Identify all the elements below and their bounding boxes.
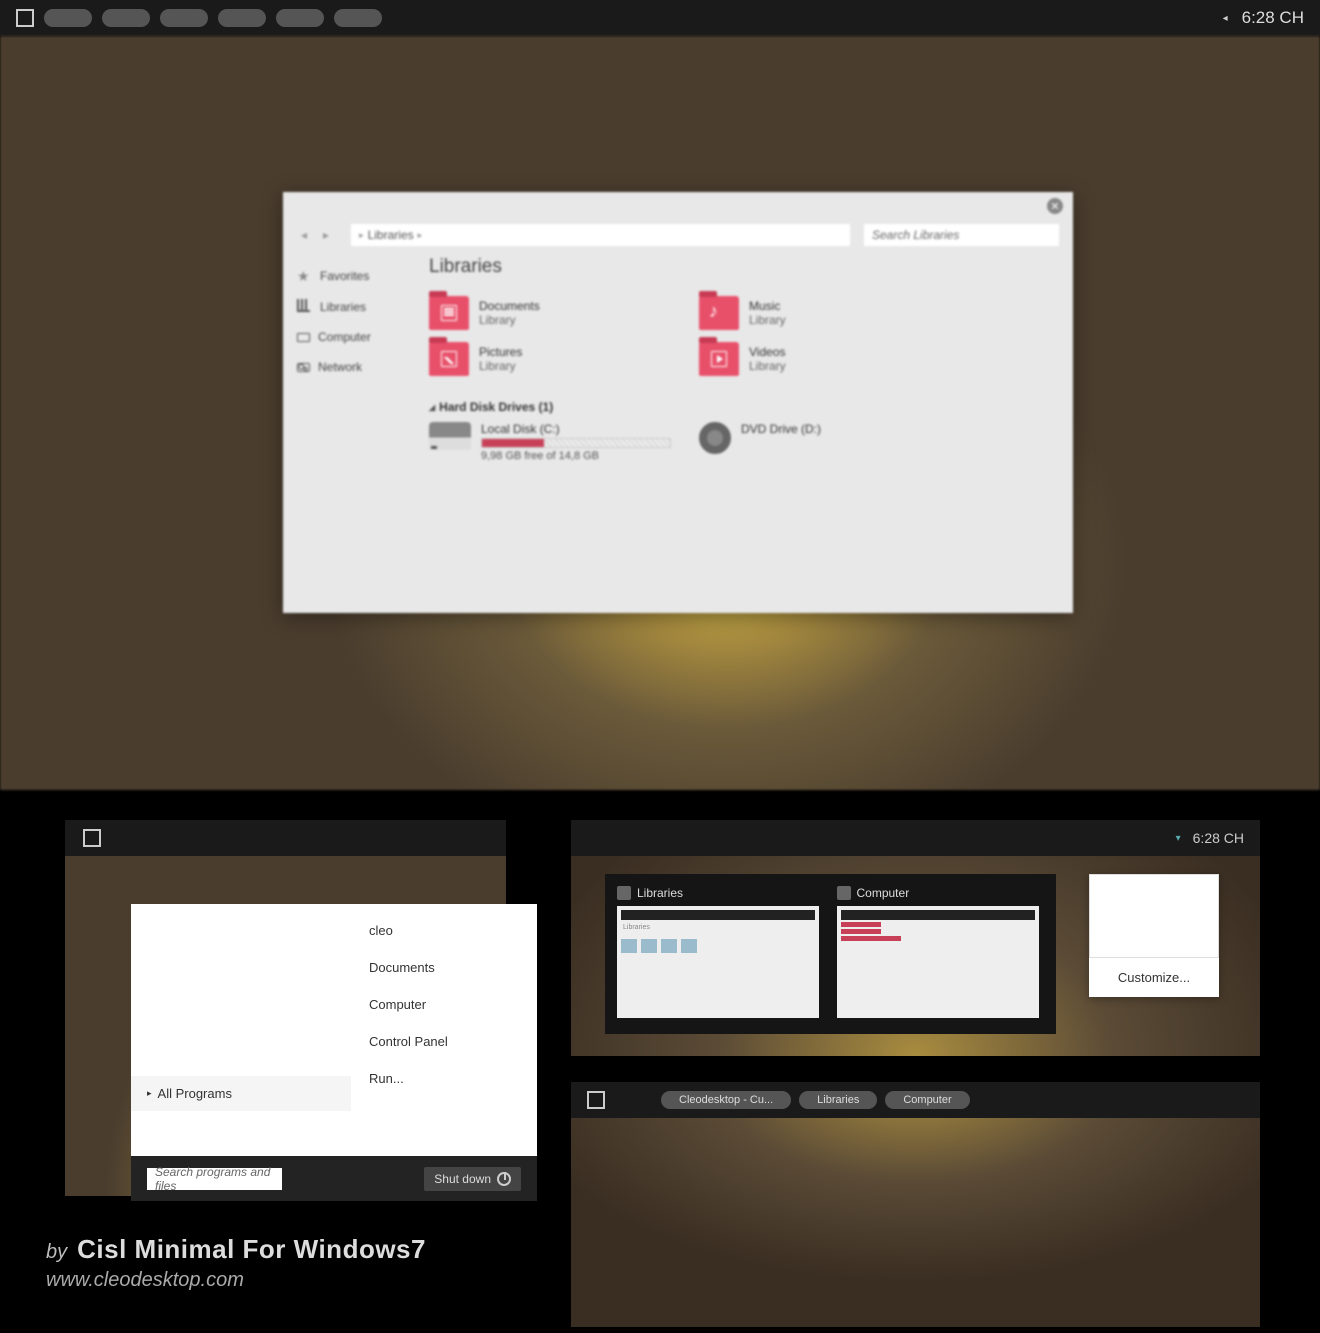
alttab-item-libraries[interactable]: Libraries Libraries: [617, 886, 825, 1022]
folder-icon: [617, 886, 631, 900]
folder-music-icon: [699, 296, 739, 330]
close-icon[interactable]: ✕: [1047, 198, 1063, 214]
power-icon: [497, 1172, 511, 1186]
computer-icon: [297, 333, 310, 342]
start-right-pane: cleo Documents Computer Control Panel Ru…: [351, 904, 537, 1156]
sidebar-item-network[interactable]: Network: [297, 352, 399, 382]
personalize-popup: Customize...: [1089, 874, 1219, 997]
drive-d[interactable]: DVD Drive (D:): [699, 422, 949, 462]
customize-link[interactable]: Customize...: [1089, 958, 1219, 997]
wallpaper: ✕ ◂ ▸ ▸ Libraries ▸ Search Libraries ★Fa…: [0, 36, 1320, 790]
expand-icon: ◢: [429, 403, 435, 412]
library-icon: [297, 299, 312, 314]
start-button[interactable]: [16, 9, 34, 27]
network-icon: [297, 363, 310, 372]
clock[interactable]: 6:28 CH: [1193, 830, 1244, 846]
sm-user[interactable]: cleo: [369, 912, 519, 949]
computer-icon: [837, 886, 851, 900]
dvd-icon: [699, 422, 731, 454]
desktop-startmenu: ▸All Programs cleo Documents Computer Co…: [65, 820, 506, 1196]
desktop-taskbar-demo: Cleodesktop - Cu... Libraries Computer: [571, 1082, 1260, 1327]
back-icon[interactable]: ◂: [297, 226, 311, 244]
dropdown-icon[interactable]: ▾: [1176, 833, 1181, 844]
taskbar-app-5[interactable]: [276, 9, 324, 27]
nav-bar: ◂ ▸ ▸ Libraries ▸ Search Libraries: [283, 220, 1073, 250]
lib-videos[interactable]: VideosLibrary: [699, 342, 949, 376]
start-left-pane: ▸All Programs: [131, 904, 351, 1156]
folder-videos-icon: [699, 342, 739, 376]
theme-thumbnail[interactable]: [1089, 874, 1219, 958]
start-button[interactable]: [83, 829, 101, 847]
drive-usage-bar: [481, 438, 671, 448]
taskbar-app-1[interactable]: [44, 9, 92, 27]
chevron-right-icon: ▸: [418, 230, 423, 241]
thumbnail: [837, 906, 1039, 1018]
thumbnail: Libraries: [617, 906, 819, 1018]
breadcrumb-item[interactable]: Libraries: [368, 228, 414, 242]
taskbar-item-2[interactable]: Libraries: [799, 1091, 877, 1109]
alt-tab-switcher: Libraries Libraries Computer: [605, 874, 1056, 1034]
start-bottom: Search programs and files Shut down: [131, 1156, 537, 1201]
section-drives-header[interactable]: ◢Hard Disk Drives (1): [429, 400, 1057, 414]
taskbar-item-3[interactable]: Computer: [885, 1091, 969, 1109]
clock[interactable]: 6:28 CH: [1242, 8, 1304, 28]
search-input[interactable]: Search Libraries: [864, 224, 1059, 246]
forward-icon[interactable]: ▸: [319, 226, 333, 244]
explorer-window: ✕ ◂ ▸ ▸ Libraries ▸ Search Libraries ★Fa…: [283, 192, 1073, 613]
desktop-alttab: ▾ 6:28 CH Libraries Libraries Computer C…: [571, 820, 1260, 1056]
sm-documents[interactable]: Documents: [369, 949, 519, 986]
sm-run[interactable]: Run...: [369, 1060, 519, 1097]
folder-pictures-icon: [429, 342, 469, 376]
lib-pictures[interactable]: PicturesLibrary: [429, 342, 679, 376]
tray: ◂ 6:28 CH: [1223, 8, 1304, 28]
start-search-input[interactable]: Search programs and files: [147, 1168, 282, 1190]
titlebar[interactable]: ✕: [283, 192, 1073, 220]
theme-credits: byCisl Minimal For Windows7 www.cleodesk…: [46, 1234, 426, 1292]
taskbar: [65, 820, 506, 856]
lib-music[interactable]: MusicLibrary: [699, 296, 949, 330]
sidebar-item-computer[interactable]: Computer: [297, 322, 399, 352]
tray-arrow-icon[interactable]: ◂: [1223, 13, 1228, 24]
drive-c[interactable]: Local Disk (C:) 9,98 GB free of 14,8 GB: [429, 422, 679, 462]
lib-documents[interactable]: DocumentsLibrary: [429, 296, 679, 330]
sidebar-item-favorites[interactable]: ★Favorites: [297, 260, 399, 291]
chevron-right-icon: ▸: [359, 230, 364, 241]
start-menu: ▸All Programs cleo Documents Computer Co…: [131, 904, 537, 1201]
star-icon: ★: [297, 268, 312, 283]
start-button[interactable]: [587, 1091, 605, 1109]
taskbar: ▾ 6:28 CH: [571, 820, 1260, 856]
chevron-right-icon: ▸: [147, 1088, 152, 1099]
sm-control-panel[interactable]: Control Panel: [369, 1023, 519, 1060]
sidebar: ★Favorites Libraries Computer Network: [283, 250, 413, 600]
breadcrumb[interactable]: ▸ Libraries ▸: [351, 224, 850, 246]
taskbar-item-1[interactable]: Cleodesktop - Cu...: [661, 1091, 791, 1109]
main-pane: Libraries DocumentsLibrary MusicLibrary: [413, 250, 1073, 600]
page-title: Libraries: [429, 256, 1057, 278]
taskbar-app-2[interactable]: [102, 9, 150, 27]
folder-documents-icon: [429, 296, 469, 330]
alttab-item-computer[interactable]: Computer: [837, 886, 1045, 1022]
taskbar-app-4[interactable]: [218, 9, 266, 27]
all-programs[interactable]: ▸All Programs: [131, 1076, 351, 1111]
sm-computer[interactable]: Computer: [369, 986, 519, 1023]
taskbar-app-6[interactable]: [334, 9, 382, 27]
taskbar-top: ◂ 6:28 CH: [0, 0, 1320, 36]
taskbar: Cleodesktop - Cu... Libraries Computer: [571, 1082, 1260, 1118]
sidebar-item-libraries[interactable]: Libraries: [297, 291, 399, 322]
desktop-main: ◂ 6:28 CH ✕ ◂ ▸ ▸ Libraries ▸ Search Lib…: [0, 0, 1320, 790]
hdd-icon: [429, 422, 471, 450]
taskbar-app-3[interactable]: [160, 9, 208, 27]
shutdown-button[interactable]: Shut down: [424, 1167, 521, 1191]
